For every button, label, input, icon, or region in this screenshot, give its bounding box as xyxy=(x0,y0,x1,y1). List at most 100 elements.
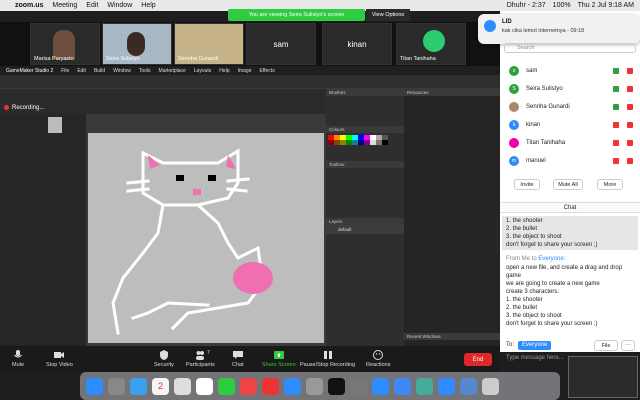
invite-button[interactable]: Invite xyxy=(514,179,540,190)
pause-icon xyxy=(323,351,332,359)
video-icon[interactable] xyxy=(613,68,619,74)
chat-line: we are going to create a new game xyxy=(506,281,600,287)
chat-more-button[interactable]: ⋯ xyxy=(621,340,635,351)
security-button[interactable]: Security xyxy=(154,350,174,368)
gm-menu-help[interactable]: Help xyxy=(219,68,229,74)
chrome-icon[interactable] xyxy=(394,377,411,395)
calendar-icon[interactable]: 2 xyxy=(152,377,169,395)
launchpad-icon[interactable] xyxy=(108,377,125,395)
chat-sender: From Me to Everyone: xyxy=(506,256,566,262)
participant-search-input[interactable]: Search xyxy=(504,43,636,53)
stop-video-button[interactable]: Stop Video xyxy=(46,350,73,368)
layers-header: Layers xyxy=(326,218,404,225)
mute-all-button[interactable]: Mute All xyxy=(553,179,583,190)
colour-palette[interactable] xyxy=(326,133,404,147)
notification-body: kak cika lemot internetnya - 09:18 xyxy=(502,28,585,34)
menu-help[interactable]: Help xyxy=(141,2,155,9)
clock[interactable]: Thu 2 Jul 9:18 AM xyxy=(578,2,634,9)
preview-icon[interactable] xyxy=(350,377,367,395)
gamemaker-icon[interactable] xyxy=(416,377,433,395)
participant-row[interactable]: m manuel xyxy=(505,152,637,170)
mic-muted-icon[interactable] xyxy=(627,86,633,92)
contacts-icon[interactable] xyxy=(174,377,191,395)
zoom-icon[interactable] xyxy=(438,377,455,395)
thumb-marisa[interactable]: Marisa Paryasto xyxy=(30,23,100,65)
thumb-seira[interactable]: Seira Sulistyo xyxy=(102,23,172,65)
participant-row[interactable]: S Seira Sulistyo xyxy=(505,80,637,98)
more-button[interactable]: More xyxy=(597,179,623,190)
participant-row[interactable]: Titan Tanihaha xyxy=(505,134,637,152)
gm-menu-image[interactable]: Image xyxy=(238,68,252,74)
chat-header: Chat xyxy=(500,202,640,213)
gm-menu-tools[interactable]: Tools xyxy=(139,68,151,74)
mic-muted-icon[interactable] xyxy=(627,158,633,164)
mute-button[interactable]: Mute xyxy=(12,350,24,368)
chat-line: 3. the object to shoot xyxy=(506,313,562,319)
video-off-icon[interactable] xyxy=(613,140,619,146)
file-button[interactable]: File xyxy=(594,340,618,351)
chat-button[interactable]: Chat xyxy=(232,350,244,368)
video-off-icon[interactable] xyxy=(613,122,619,128)
gm-menu-marketplace[interactable]: Marketplace xyxy=(159,68,186,74)
trash-icon[interactable] xyxy=(482,377,499,395)
mic-muted-icon[interactable] xyxy=(627,68,633,74)
terminal-icon[interactable] xyxy=(328,377,345,395)
video-off-icon[interactable] xyxy=(613,158,619,164)
pause-stop-recording-button[interactable]: Pause/Stop Recording xyxy=(300,350,355,368)
thumb-sam[interactable]: sam xyxy=(246,23,316,65)
gm-menu-layouts[interactable]: Layouts xyxy=(194,68,212,74)
video-icon[interactable] xyxy=(613,104,619,110)
layer-default[interactable]: default xyxy=(326,225,404,234)
news-icon[interactable] xyxy=(262,377,279,395)
participant-row[interactable]: Sennha Gunardi xyxy=(505,98,637,116)
photos-icon[interactable] xyxy=(196,377,213,395)
chat-message-input[interactable]: Type message here... xyxy=(506,353,564,363)
toolbox-area[interactable] xyxy=(326,168,404,218)
messages-icon[interactable] xyxy=(218,377,235,395)
viewing-banner: You are viewing Seira Sulistyo's screen xyxy=(228,9,365,21)
gm-menu-edit[interactable]: Edit xyxy=(77,68,86,74)
screen-sharing-icon[interactable] xyxy=(372,377,389,395)
downloads-icon[interactable] xyxy=(460,377,477,395)
settings-icon[interactable] xyxy=(306,377,323,395)
share-screen-button[interactable]: Share Screen xyxy=(262,350,296,368)
chat-recipient-select[interactable]: Everyone xyxy=(518,341,552,350)
video-icon[interactable] xyxy=(613,86,619,92)
thumb-kinan[interactable]: kinan xyxy=(322,23,392,65)
gm-menu-file[interactable]: File xyxy=(61,68,69,74)
screen-share-preview[interactable] xyxy=(568,356,638,398)
pixel-canvas[interactable] xyxy=(88,133,324,343)
menu-meeting[interactable]: Meeting xyxy=(52,2,77,9)
safari-icon[interactable] xyxy=(130,377,147,395)
avatar: s xyxy=(509,66,519,76)
menu-app[interactable]: zoom.us xyxy=(15,2,43,9)
reactions-button[interactable]: Reactions xyxy=(366,350,390,368)
mic-muted-icon[interactable] xyxy=(627,122,633,128)
view-options-button[interactable]: View Options xyxy=(366,9,410,21)
frame-thumbnail[interactable] xyxy=(48,117,62,133)
menu-window[interactable]: Window xyxy=(107,2,132,9)
app-store-icon[interactable] xyxy=(284,377,301,395)
finder-icon[interactable] xyxy=(86,377,103,395)
battery-status[interactable]: 100% xyxy=(553,2,571,9)
music-icon[interactable] xyxy=(240,377,257,395)
participants-button[interactable]: Participants xyxy=(186,350,215,368)
end-meeting-button[interactable]: End xyxy=(464,353,492,366)
gm-menu-build[interactable]: Build xyxy=(94,68,105,74)
thumb-sennha[interactable]: Sennha Gunardi xyxy=(174,23,244,65)
shield-icon xyxy=(159,350,168,360)
recording-label: Recording... xyxy=(12,104,45,111)
gm-title: GameMaker Studio 2 xyxy=(6,67,54,74)
record-icon xyxy=(4,105,9,110)
participant-row[interactable]: k kinan xyxy=(505,116,637,134)
gm-menu-window[interactable]: Window xyxy=(113,68,131,74)
mic-muted-icon[interactable] xyxy=(627,140,633,146)
participant-row[interactable]: s sam xyxy=(505,62,637,80)
thumb-titan[interactable]: Titan Tanihaha xyxy=(396,23,466,65)
gm-menu-effects[interactable]: Effects xyxy=(260,68,275,74)
chat-notification[interactable]: LID kak cika lemot internetnya - 09:18 xyxy=(478,14,640,44)
menu-edit[interactable]: Edit xyxy=(86,2,98,9)
prayer-time[interactable]: Dhuhr - 2:37 xyxy=(507,2,546,9)
gm-frames-panel xyxy=(0,113,86,346)
mic-muted-icon[interactable] xyxy=(627,104,633,110)
